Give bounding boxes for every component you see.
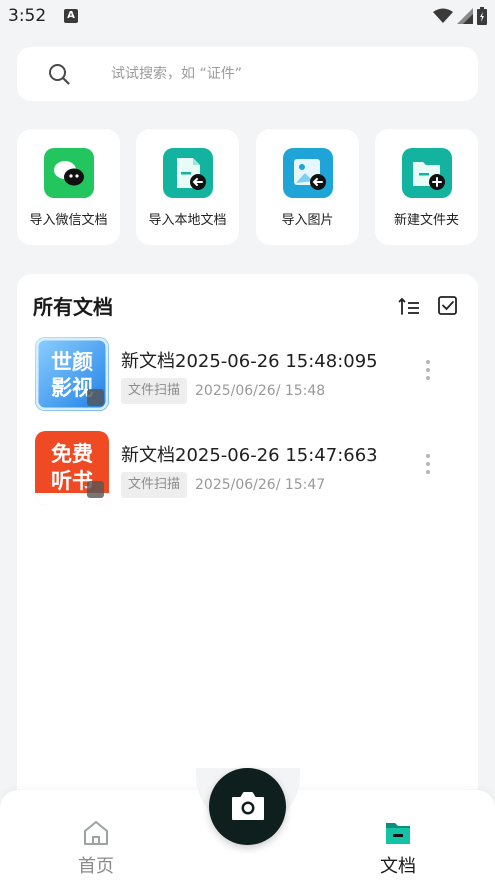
search-icon	[49, 64, 70, 85]
system-icons	[433, 7, 487, 25]
status-bar: 3:52 A	[0, 0, 495, 34]
new-folder-label: 新建文件夹	[393, 213, 459, 228]
search-placeholder: 试试搜索，如 “证件”	[111, 66, 242, 82]
camera-icon	[232, 792, 264, 820]
wechat-icon	[44, 148, 94, 198]
document-item[interactable]: 免费 听书 新文档2025-06-26 15:47:663 文件扫描 2025/…	[33, 431, 463, 511]
sort-icon[interactable]	[398, 294, 422, 318]
document-item[interactable]: 世颜 影视 新文档2025-06-26 15:48:095 文件扫描 2025/…	[33, 337, 463, 417]
more-options-icon[interactable]	[422, 357, 434, 387]
camera-scan-button[interactable]	[209, 768, 286, 845]
new-folder-button[interactable]: 新建文件夹	[375, 129, 478, 245]
new-folder-icon	[402, 148, 452, 198]
import-image-label: 导入图片	[281, 213, 334, 228]
thumb-text-line2: 影视	[51, 376, 93, 400]
import-local-doc-button[interactable]: 导入本地文档	[136, 129, 239, 245]
battery-icon	[477, 7, 487, 25]
tab-documents[interactable]: 文档	[358, 820, 438, 878]
tab-home-label: 首页	[78, 856, 114, 877]
select-checkbox-icon[interactable]	[436, 294, 460, 318]
document-thumbnail: 世颜 影视	[35, 337, 109, 411]
document-thumbnail: 免费 听书	[35, 431, 109, 505]
tab-documents-label: 文档	[380, 856, 416, 877]
document-time: 2025/06/26/ 15:47	[195, 477, 326, 493]
thumb-text-line1: 免费	[51, 442, 93, 466]
documents-folder-icon	[386, 823, 410, 844]
document-name: 新文档2025-06-26 15:48:095	[121, 351, 378, 372]
document-name: 新文档2025-06-26 15:47:663	[121, 445, 378, 466]
local-doc-import-icon	[163, 148, 213, 198]
home-icon	[84, 821, 108, 845]
import-wechat-button[interactable]: 导入微信文档	[17, 129, 120, 245]
more-options-icon[interactable]	[422, 451, 434, 481]
all-documents-card: 所有文档 世颜 影视 新文档2025-06-26 15:48:095 文件扫描 …	[17, 274, 478, 814]
document-tag: 文件扫描	[121, 378, 188, 404]
document-tag: 文件扫描	[121, 472, 188, 498]
signal-icon	[457, 8, 473, 24]
search-bar[interactable]: 试试搜索，如 “证件”	[17, 47, 478, 101]
section-title: 所有文档	[33, 295, 113, 319]
thumb-text-line1: 世颜	[51, 350, 93, 374]
status-time: 3:52	[8, 6, 47, 26]
tab-home[interactable]: 首页	[56, 820, 136, 878]
thumb-text-line2: 听书	[51, 469, 93, 493]
text-a-icon: A	[64, 9, 78, 23]
image-import-icon	[283, 148, 333, 198]
import-wechat-label: 导入微信文档	[29, 213, 108, 228]
document-time: 2025/06/26/ 15:48	[195, 383, 326, 399]
wifi-icon	[433, 8, 453, 23]
import-local-doc-label: 导入本地文档	[148, 213, 227, 228]
import-image-button[interactable]: 导入图片	[256, 129, 359, 245]
